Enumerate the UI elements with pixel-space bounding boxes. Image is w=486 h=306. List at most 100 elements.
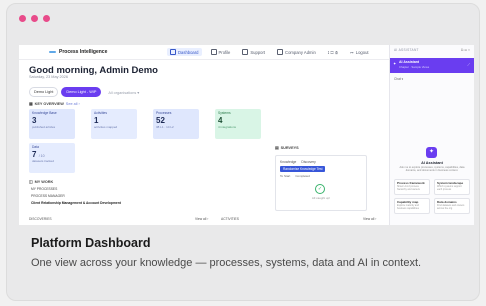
kpi-label: Data [32,145,39,149]
tab-discovery[interactable]: Discovery [301,160,315,164]
assistant-controls[interactable]: ⧉ ☰ × [461,48,470,52]
my-work-title: ◫ MY WORK [29,179,54,185]
suggestion-desc: Which systems support each process [437,185,462,191]
survey-subtabs: To Start Completed [280,174,310,178]
nav-support[interactable]: Support [239,48,268,56]
ai-assistant-logo-icon: ✦ [426,147,437,158]
sparkle-icon: ✦ [393,61,397,66]
nav-logout[interactable]: ↦ Logout [347,49,371,56]
active-chat-title: AI Assistant [399,60,420,64]
maximize-dot-icon[interactable] [43,15,50,22]
brand-logo-icon [49,51,56,53]
nav-dashboard[interactable]: Dashboard [167,48,202,56]
discoveries-title: DISCOVERIES [29,217,52,221]
date: Saturday, 23 May 2026 [29,75,68,79]
kpi-value: 4 [218,116,223,125]
grid-icon: ▦ [29,102,33,106]
discoveries-view-all[interactable]: View all › [195,217,208,221]
active-chat-sub: Chapter · Sample Views [399,65,430,69]
nav-tools[interactable]: ⟟ ☐ ⚙ [325,49,341,56]
nav-profile-label: Profile [218,49,231,55]
pill-all-orgs[interactable]: All organisations ▾ [104,88,143,97]
kpi-label: Knowledge Base [32,111,57,115]
kpi-note: 4 integrations [218,125,237,129]
tab-knowledge[interactable]: Knowledge [280,160,296,164]
my-work-label: MY WORK [34,179,54,184]
kpi-note: published articles [32,125,56,129]
kpi-value: 1 [94,116,99,125]
kpi-data[interactable]: Data 7 / 10 datasets tracked [29,143,75,173]
surveys-title: ▤ SURVEYS [275,145,299,151]
brand-name: Process Intelligence [59,49,108,55]
minimize-dot-icon[interactable] [31,15,38,22]
kpi-value-wrap: 7 / 10 [32,150,72,159]
check-circle-icon: ✓ [315,184,325,194]
edit-icon[interactable]: ⟋ [467,62,470,67]
caption-title: Platform Dashboard [31,236,151,250]
work-icon: ◫ [29,180,33,184]
suggestion-card[interactable]: System landscape Which systems support e… [434,179,470,195]
key-overview-label: KEY OVERVIEW [34,101,64,106]
ai-assistant-panel: AI ASSISTANT ⧉ ☰ × ✦ AI Assistant Chapte… [389,45,474,225]
activities-title: ACTIVITIES [221,217,239,221]
activities-view-all[interactable]: View all › [363,217,376,221]
key-overview-link[interactable]: See all › [66,102,80,106]
close-dot-icon[interactable] [19,15,26,22]
pill-demo-light-wip[interactable]: Demo Light - WIP [61,87,102,97]
suggestion-desc: Show L0-L3 process hierarchy and owners [397,185,420,191]
assistant-active-chat[interactable]: ✦ AI Assistant Chapter · Sample Views ⟋ [390,58,474,73]
caption-description: One view across your knowledge — process… [31,257,422,269]
randomise-knowledge-test-button[interactable]: Randomise Knowledge Test [280,166,326,172]
my-processes[interactable]: MY PROCESSES [31,187,121,191]
nav-logout-label: Logout [355,49,369,55]
suggestion-desc: Find datasets and owners across the org [437,204,465,210]
surveys-panel: Knowledge Discovery Randomise Knowledge … [275,155,367,211]
process-item[interactable]: Client Relationship Management & Account… [31,201,121,205]
profile-icon [210,49,217,55]
surveys-label: SURVEYS [280,145,299,150]
kpi-label: Processes [156,111,172,115]
kpi-note: datasets tracked [32,159,55,163]
kpi-knowledge-base[interactable]: Knowledge Base 3 published articles [29,109,75,139]
assistant-chat-list[interactable]: Chat ▾ [394,77,403,81]
suggestion-card[interactable]: Capability map Explore maturity and busi… [394,198,430,214]
kpi-note: activities mapped [94,125,118,129]
tab-to-start[interactable]: To Start [280,174,290,178]
suggestion-card[interactable]: Data domains Find datasets and owners ac… [434,198,470,214]
survey-tabs: Knowledge Discovery [280,160,316,164]
nav-company-admin-label: Company Admin [285,49,316,55]
kpi-value: 52 [156,116,165,125]
kpi-systems[interactable]: Systems 4 4 integrations [215,109,261,139]
kpi-value: 3 [32,116,37,125]
dashboard-icon [170,49,176,55]
assistant-title: AI Assistant [421,161,443,165]
suggestion-desc: Explore maturity and business capabiliti… [397,204,419,210]
key-overview-title: ▦ KEY OVERVIEW See all › [29,101,80,107]
pill-demo-light[interactable]: Demo Light [29,87,59,97]
kpi-label: Systems [218,111,231,115]
filter-pills: Demo Light Demo Light - WIP All organisa… [29,87,143,97]
survey-empty-text: All caught up! [311,196,331,200]
kpi-value: 7 [32,150,37,159]
logout-icon: ↦ [350,49,354,55]
suggestion-card[interactable]: Process framework Show L0-L3 process hie… [394,179,430,195]
assistant-header: AI ASSISTANT [394,48,419,52]
support-icon [242,49,249,55]
nav-company-admin[interactable]: Company Admin [274,48,319,56]
window-controls [19,15,50,22]
nav-profile[interactable]: Profile [208,48,234,56]
process-manager[interactable]: PROCESS MANAGER [31,194,121,198]
showcase-card: Process Intelligence Dashboard Profile S… [6,3,480,301]
assistant-description: Ask me to explore processes, systems, ca… [399,166,465,173]
kpi-label: Activities [94,111,108,115]
kpi-processes[interactable]: Processes 52 38 L1 · 14 L2 [153,109,199,139]
nav-dashboard-label: Dashboard [178,49,199,55]
main-nav: Dashboard Profile Support Company Admin … [167,48,372,56]
my-work-list: MY PROCESSES PROCESS MANAGER Client Rela… [31,187,121,205]
app-screenshot: Process Intelligence Dashboard Profile S… [19,45,474,225]
tab-completed[interactable]: Completed [295,174,310,178]
brand[interactable]: Process Intelligence [49,49,107,55]
kpi-activities[interactable]: Activities 1 activities mapped [91,109,137,139]
survey-icon: ▤ [275,146,279,150]
company-admin-icon [277,49,284,55]
